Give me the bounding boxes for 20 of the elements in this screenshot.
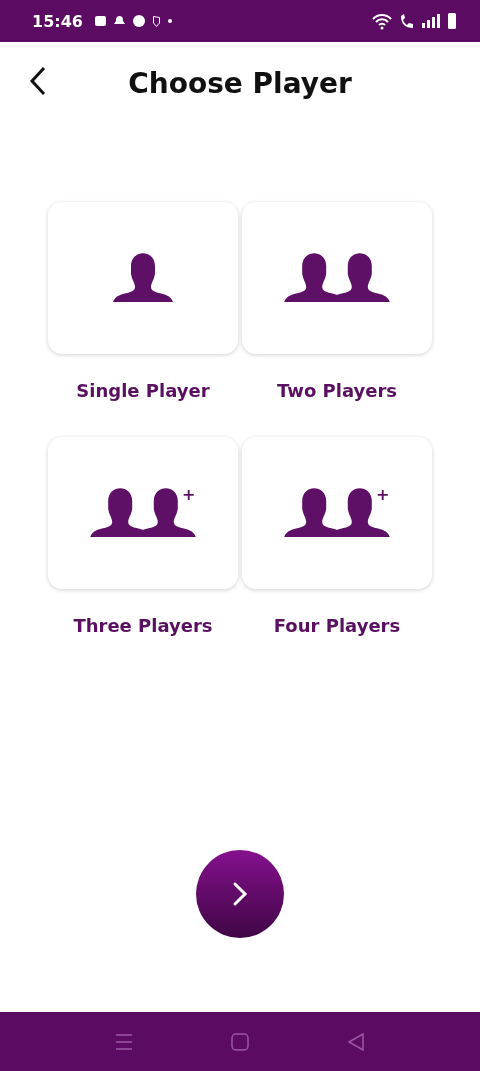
back-icon[interactable] [28,66,48,96]
message-icon [94,16,106,26]
player-option-card[interactable] [242,202,432,354]
battery-icon [448,13,456,29]
plus-sign: + [376,485,390,504]
call-icon [401,13,414,29]
status-time: 15:46 [32,11,83,31]
player-option-card[interactable] [48,202,238,354]
signal-icon [422,14,440,28]
player-option-card[interactable]: + [48,437,238,589]
option-label: Three Players [73,615,213,636]
player-option-card[interactable]: + [242,437,432,589]
dot-icon [167,19,172,23]
option-label: Single Player [76,380,210,401]
wifi-icon [371,12,393,30]
screen-title: Choose Player [128,66,352,100]
plus-sign: + [182,485,196,504]
option-label: Two Players [276,380,398,401]
option-label: Four Players [273,615,401,636]
back-nav-icon[interactable] [346,1031,366,1052]
